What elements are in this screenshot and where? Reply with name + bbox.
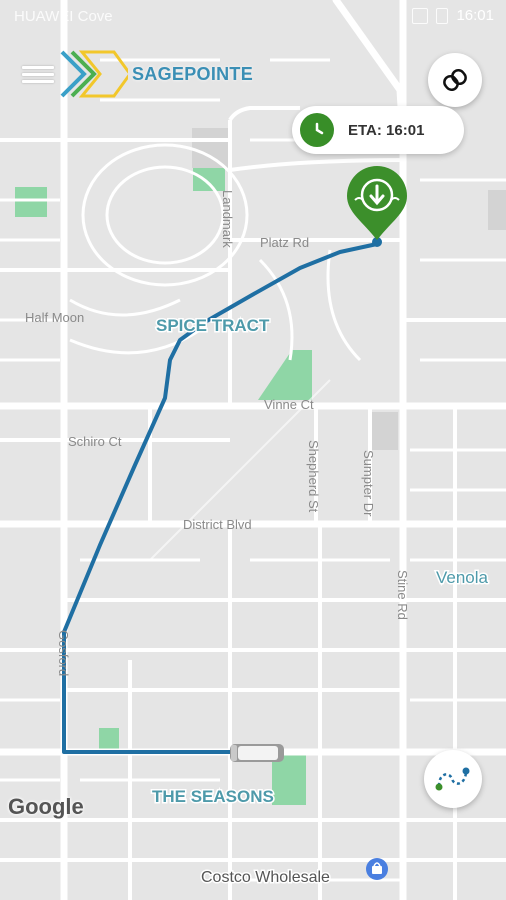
street-label-stine-rd: Stine Rd	[395, 570, 410, 620]
shopping-bag-icon	[366, 858, 388, 880]
street-label-vinne-ct: Vinne Ct	[264, 397, 314, 412]
street-label-gosford: Gosford	[56, 630, 71, 676]
place-label-venola: Venola	[436, 568, 489, 587]
brand-logo: SAGEPOINTE	[58, 46, 253, 102]
park-5	[272, 755, 306, 805]
route-button[interactable]	[424, 750, 482, 808]
eta-label: ETA: 16:01	[348, 121, 425, 139]
route-icon	[435, 767, 470, 791]
status-bar: HUAWEI Cove 16:01	[0, 0, 506, 34]
place-label-spice-tract: SPICE TRACT	[156, 316, 270, 335]
menu-button[interactable]	[22, 62, 54, 90]
battery-icon	[436, 7, 449, 24]
park-1	[15, 187, 47, 217]
street-label-sumpter-dr: Sumpter Dr	[361, 450, 376, 517]
status-indicators: 16:01	[412, 7, 494, 24]
street-label-shepherd-st: Shepherd St	[306, 440, 321, 513]
park-2	[193, 165, 225, 191]
place-label-the-seasons: THE SEASONS	[152, 787, 274, 806]
vehicle-icon	[230, 744, 284, 762]
link-button[interactable]	[428, 53, 482, 107]
place-label-costco: Costco Wholesale	[201, 869, 330, 886]
brand-name: SAGEPOINTE	[132, 63, 254, 84]
hamburger-menu-icon	[22, 66, 54, 69]
street-label-half-moon: Half Moon	[25, 310, 84, 325]
street-label-district-blvd: District Blvd	[183, 517, 252, 532]
street-label-landmark: Landmark	[220, 190, 235, 248]
status-time: 16:01	[456, 7, 494, 24]
google-watermark: Google	[8, 794, 84, 819]
signal-icon	[412, 7, 429, 24]
street-label-platz-rd: Platz Rd	[260, 235, 309, 250]
carrier-label: HUAWEI Cove	[14, 8, 113, 25]
brand-chevrons-icon	[60, 50, 128, 98]
eta-pill[interactable]: ETA: 16:01	[292, 106, 464, 154]
clock-icon	[300, 113, 334, 147]
street-label-schiro-ct: Schiro Ct	[68, 434, 122, 449]
linked-rings-icon	[443, 68, 467, 92]
park-4	[99, 728, 119, 750]
